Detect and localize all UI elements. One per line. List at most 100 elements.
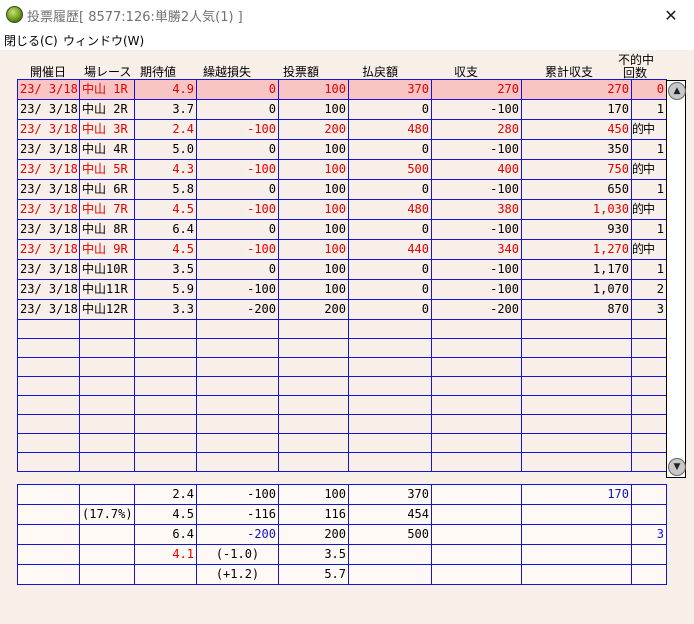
table-row[interactable] <box>17 395 667 415</box>
carry-cell: 0 <box>196 219 279 240</box>
race-cell <box>79 338 135 358</box>
date-cell: 23/ 3/18 <box>17 259 80 280</box>
miss-cell <box>631 319 667 339</box>
table-row[interactable]: 23/ 3/18 中山 4R 5.0 0 100 0 -100 350 1 <box>17 139 667 160</box>
date-cell: 23/ 3/18 <box>17 99 80 120</box>
menu-window[interactable]: ウィンドウ(W) <box>63 32 144 49</box>
table-row[interactable]: 23/ 3/18 中山11R 5.9 -100 100 0 -100 1,070 2 <box>17 279 667 300</box>
vertical-scrollbar[interactable]: ▲ ▼ <box>666 80 686 478</box>
balance-cell <box>431 357 522 377</box>
miss-cell <box>631 357 667 377</box>
date-cell <box>17 338 80 358</box>
race-cell: 中山11R <box>79 279 135 300</box>
table-row[interactable]: 23/ 3/18 中山12R 3.3 -200 200 0 -200 870 3 <box>17 299 667 320</box>
date-cell: 23/ 3/18 <box>17 79 80 100</box>
close-button[interactable]: ✕ <box>648 0 694 30</box>
balance-cell <box>431 338 522 358</box>
payout-cell <box>348 338 432 358</box>
summary-cell <box>631 484 667 505</box>
ev-cell <box>134 338 197 358</box>
carry-cell: -200 <box>196 299 279 320</box>
balance-cell: -100 <box>431 179 522 200</box>
summary-cell: (-1.0) <box>196 544 279 565</box>
race-cell <box>79 319 135 339</box>
bet-cell <box>278 338 349 358</box>
summary-cell: 4.5 <box>134 504 197 525</box>
carry-cell: -100 <box>196 279 279 300</box>
table-row[interactable] <box>17 319 667 339</box>
summary-cell <box>631 504 667 525</box>
race-cell: 中山 4R <box>79 139 135 160</box>
ev-cell <box>134 319 197 339</box>
table-row[interactable]: 23/ 3/18 中山 3R 2.4 -100 200 480 280 450 的中 <box>17 119 667 140</box>
table-row[interactable]: 23/ 3/18 中山 5R 4.3 -100 100 500 400 750 的中 <box>17 159 667 180</box>
carry-cell: 0 <box>196 79 279 100</box>
table-row[interactable] <box>17 433 667 453</box>
summary-cell: -100 <box>196 484 279 505</box>
summary-cell: (+1.2) <box>196 564 279 585</box>
ev-cell: 5.0 <box>134 139 197 160</box>
date-cell <box>17 395 80 415</box>
summary-cell <box>134 564 197 585</box>
scroll-down-icon[interactable]: ▼ <box>668 458 686 476</box>
carry-cell: 0 <box>196 179 279 200</box>
balance-cell: 270 <box>431 79 522 100</box>
balance-cell: 340 <box>431 239 522 260</box>
table-row[interactable]: 23/ 3/18 中山 1R 4.9 0 100 370 270 270 0 <box>17 79 667 100</box>
miss-cell <box>631 414 667 434</box>
col-header-balance: 収支 <box>454 65 479 79</box>
table-row[interactable]: 23/ 3/18 中山 7R 4.5 -100 100 480 380 1,030 的中 <box>17 199 667 220</box>
payout-cell <box>348 357 432 377</box>
cumulative-cell: 870 <box>521 299 632 320</box>
date-cell <box>17 319 80 339</box>
table-row[interactable] <box>17 452 667 472</box>
summary-table: 2.4 -100 100 370 170 (17.7%) 4.5 -116 116 454 6.4-… <box>17 484 667 585</box>
table-row[interactable] <box>17 357 667 377</box>
table-row[interactable]: 23/ 3/18 中山 6R 5.8 0 100 0 -100 650 1 <box>17 179 667 200</box>
summary-cell: -116 <box>196 504 279 525</box>
bet-cell <box>278 357 349 377</box>
summary-cell <box>431 564 522 585</box>
balance-cell: -200 <box>431 299 522 320</box>
balance-cell: -100 <box>431 279 522 300</box>
payout-cell: 0 <box>348 299 432 320</box>
cumulative-cell: 1,070 <box>521 279 632 300</box>
table-row[interactable]: 23/ 3/18 中山 8R 6.4 0 100 0 -100 930 1 <box>17 219 667 240</box>
cumulative-cell <box>521 452 632 472</box>
summary-cell: 370 <box>348 484 432 505</box>
balance-cell: 400 <box>431 159 522 180</box>
balance-cell: -100 <box>431 219 522 240</box>
race-cell: 中山 3R <box>79 119 135 140</box>
cumulative-cell <box>521 357 632 377</box>
bet-cell: 100 <box>278 219 349 240</box>
date-cell: 23/ 3/18 <box>17 199 80 220</box>
table-row[interactable]: 23/ 3/18 中山 9R 4.5 -100 100 440 340 1,270 的中 <box>17 239 667 260</box>
carry-cell <box>196 433 279 453</box>
menu-close[interactable]: 閉じる(C) <box>4 32 58 49</box>
history-table: 23/ 3/18 中山 1R 4.9 0 100 370 270 270 0 23/ 3/18 中山… <box>17 79 667 472</box>
cumulative-cell: 930 <box>521 219 632 240</box>
cumulative-cell: 270 <box>521 79 632 100</box>
date-cell <box>17 376 80 396</box>
date-cell <box>17 357 80 377</box>
summary-cell: 100 <box>278 484 349 505</box>
balance-cell: -100 <box>431 259 522 280</box>
table-row[interactable] <box>17 414 667 434</box>
ev-cell: 5.8 <box>134 179 197 200</box>
table-row[interactable] <box>17 338 667 358</box>
summary-cell <box>431 524 522 545</box>
race-cell: 中山10R <box>79 259 135 280</box>
table-row[interactable]: 23/ 3/18 中山 2R 3.7 0 100 0 -100 170 1 <box>17 99 667 120</box>
ev-cell: 3.5 <box>134 259 197 280</box>
bet-cell: 100 <box>278 139 349 160</box>
ev-cell: 4.5 <box>134 239 197 260</box>
race-cell <box>79 357 135 377</box>
payout-cell: 0 <box>348 259 432 280</box>
table-row[interactable]: 23/ 3/18 中山10R 3.5 0 100 0 -100 1,170 1 <box>17 259 667 280</box>
summary-cell: 500 <box>348 524 432 545</box>
race-cell <box>79 452 135 472</box>
table-row[interactable] <box>17 376 667 396</box>
miss-cell: 3 <box>631 299 667 320</box>
scroll-up-icon[interactable]: ▲ <box>668 82 686 100</box>
summary-cell: -200 <box>196 524 279 545</box>
